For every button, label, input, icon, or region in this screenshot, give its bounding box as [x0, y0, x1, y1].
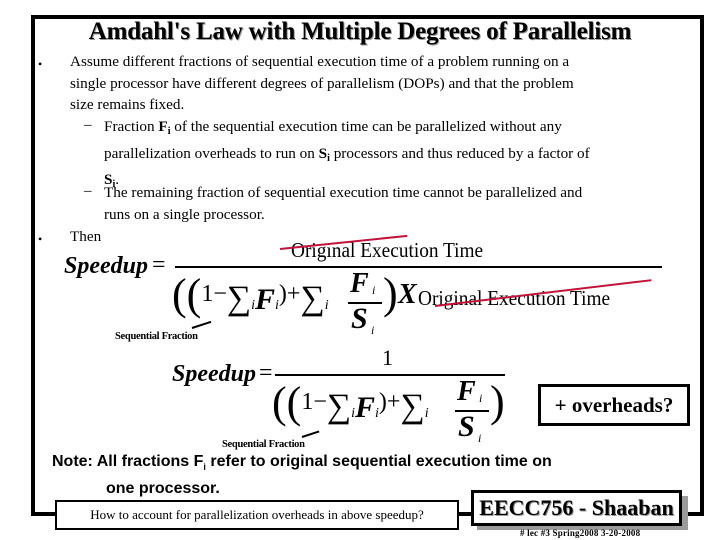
- formula1-frac-den: S: [351, 302, 368, 335]
- bullet-line: size remains fixed.: [70, 96, 185, 114]
- formula1-fraction-bar: [175, 266, 662, 268]
- subbullet-line: The remaining fraction of sequential exe…: [104, 184, 583, 201]
- formula1-lhs: Speedup: [64, 253, 148, 279]
- formula1-times: X: [398, 279, 417, 310]
- subbullet-line: runs on a single processor.: [104, 205, 265, 223]
- formula2-frac-num: F: [457, 376, 476, 407]
- bullet-icon: •: [38, 57, 43, 71]
- bullet-then: Then: [70, 228, 102, 245]
- formula2-sub-i: i: [478, 431, 482, 445]
- bullet-assume: Assume different fractions of sequential…: [70, 51, 574, 116]
- sequential-fraction-label: Sequential Fraction: [115, 331, 198, 342]
- formula2-close-paren: ): [490, 377, 505, 426]
- sequential-fraction-label: Sequential Fraction: [222, 439, 305, 450]
- formula2-frac-den: S: [458, 410, 475, 443]
- subbullet-line: parallelization overheads to run on Si p…: [104, 144, 590, 164]
- formula1-denominator-tail: Original Execution Time: [418, 286, 611, 310]
- formula1-sub-i: i: [372, 283, 376, 297]
- footer-lecture-info: # lec #3 Spring2008 3-20-2008: [520, 528, 641, 538]
- note-line: Note: All fractions Fi refer to original…: [52, 453, 552, 472]
- bullet-icon: •: [38, 232, 43, 246]
- course-box: EECC756 - Shaaban: [471, 490, 682, 526]
- formula2-numerator: 1: [382, 345, 393, 370]
- bullet-line: Assume different fractions of sequential…: [70, 53, 570, 70]
- subbullet-line: Fraction Fi of the sequential execution …: [104, 118, 562, 137]
- formula2-equals: =: [259, 360, 273, 386]
- dash-icon: –: [84, 183, 92, 199]
- formula1-equals: =: [152, 252, 166, 278]
- formula2-denominator: ((1−∑iFi)+∑i: [272, 378, 429, 427]
- formula2-sub-i: i: [479, 391, 483, 405]
- formula1-numerator: Original Execution Time: [291, 238, 484, 262]
- bullet-line: single processor have different degrees …: [70, 74, 574, 92]
- formula2-lhs: Speedup: [172, 361, 256, 387]
- dash-icon: –: [84, 117, 92, 133]
- question-box: How to account for parallelization overh…: [55, 500, 459, 530]
- formula1-close-paren: ): [383, 269, 398, 318]
- subbullet-remaining: The remaining fraction of sequential exe…: [104, 182, 582, 225]
- formula1-denominator: ((1−∑iFi)+∑i: [172, 270, 329, 319]
- slide-title: Amdahl's Law with Multiple Degrees of Pa…: [88, 18, 632, 45]
- formula1-frac-num: F: [350, 268, 369, 299]
- overheads-box: + overheads?: [538, 384, 690, 426]
- formula1-sub-i: i: [371, 323, 375, 337]
